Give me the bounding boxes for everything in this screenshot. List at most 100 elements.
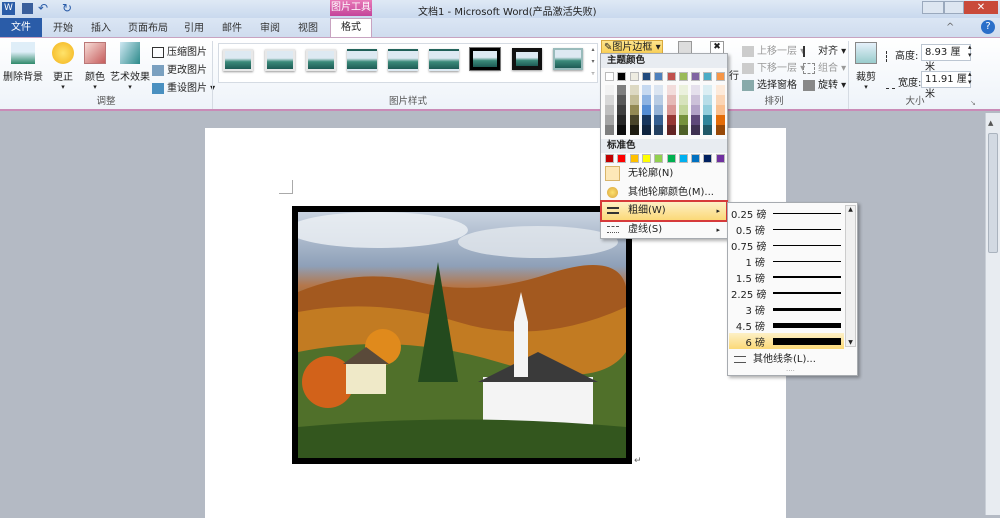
minimize-button[interactable] xyxy=(922,1,944,14)
theme-shade-swatch[interactable] xyxy=(629,85,639,95)
theme-shade-swatch[interactable] xyxy=(666,125,676,135)
scroll-down-icon[interactable]: ▼ xyxy=(846,339,855,346)
standard-color-swatch[interactable] xyxy=(641,154,651,163)
theme-shade-swatch[interactable] xyxy=(629,105,639,115)
style-thumb[interactable] xyxy=(265,49,295,71)
weight-option[interactable]: 3 磅 xyxy=(729,301,844,317)
theme-color-swatch[interactable] xyxy=(629,72,639,81)
corrections-button[interactable]: 更正 ▾ xyxy=(50,42,76,91)
resize-grip[interactable]: ···· xyxy=(786,367,795,375)
theme-shade-swatch[interactable] xyxy=(641,115,651,125)
height-spinner[interactable]: ▴ ▾ xyxy=(968,43,972,59)
theme-shade-swatch[interactable] xyxy=(654,105,664,115)
theme-shade-swatch[interactable] xyxy=(678,115,688,125)
tab-format[interactable]: 格式 xyxy=(330,18,372,38)
theme-shade-swatch[interactable] xyxy=(641,105,651,115)
wrap-text-label[interactable]: 行 xyxy=(729,67,739,82)
standard-color-swatch[interactable] xyxy=(617,154,627,163)
theme-shade-swatch[interactable] xyxy=(703,115,713,125)
theme-shade-swatch[interactable] xyxy=(678,85,688,95)
save-icon[interactable] xyxy=(22,3,33,14)
style-thumb[interactable] xyxy=(553,48,583,70)
theme-shade-swatch[interactable] xyxy=(654,125,664,135)
theme-shade-swatch[interactable] xyxy=(691,115,701,125)
reset-picture-button[interactable]: 重设图片 ▾ xyxy=(152,79,215,94)
color-button[interactable]: 颜色 ▾ xyxy=(82,42,108,91)
tab-view[interactable]: 视图 xyxy=(294,20,322,37)
theme-color-swatch[interactable] xyxy=(715,72,725,81)
theme-shade-swatch[interactable] xyxy=(605,105,614,115)
group-button[interactable]: 组合 ▾ xyxy=(803,59,846,74)
theme-color-swatch[interactable] xyxy=(641,72,651,81)
theme-shade-swatch[interactable] xyxy=(617,115,627,125)
redo-icon[interactable]: ↻ xyxy=(62,1,72,15)
rotate-button[interactable]: 旋转 ▾ xyxy=(803,76,846,91)
send-backward-button[interactable]: 下移一层 ▾ xyxy=(742,59,805,74)
remove-background-button[interactable]: 删除背景 xyxy=(2,42,44,83)
standard-color-swatch[interactable] xyxy=(691,154,701,163)
theme-shade-swatch[interactable] xyxy=(715,115,725,125)
selection-pane-button[interactable]: 选择窗格 xyxy=(742,76,797,91)
theme-color-swatch[interactable] xyxy=(605,72,614,81)
tab-references[interactable]: 引用 xyxy=(180,20,208,37)
weight-list-scrollbar[interactable]: ▲ ▼ xyxy=(845,205,856,347)
theme-shade-swatch[interactable] xyxy=(654,115,664,125)
style-thumb[interactable] xyxy=(388,49,418,71)
theme-shade-swatch[interactable] xyxy=(617,85,627,95)
no-outline-item[interactable]: 无轮廓(N) xyxy=(602,164,726,184)
style-thumb[interactable] xyxy=(512,48,542,70)
theme-shade-swatch[interactable] xyxy=(691,85,701,95)
tab-home[interactable]: 开始 xyxy=(50,20,76,37)
artistic-effects-button[interactable]: 艺术效果 ▾ xyxy=(110,42,150,91)
standard-color-swatch[interactable] xyxy=(703,154,713,163)
theme-shade-swatch[interactable] xyxy=(715,85,725,95)
weight-option[interactable]: 0.75 磅 xyxy=(729,237,844,253)
gallery-scroll[interactable]: ▴ ▾ ▿ xyxy=(588,44,598,82)
scrollbar-thumb[interactable] xyxy=(988,133,998,253)
theme-shade-swatch[interactable] xyxy=(703,95,713,105)
theme-color-swatch[interactable] xyxy=(678,72,688,81)
weight-option[interactable]: 2.25 磅 xyxy=(729,285,844,301)
theme-shade-swatch[interactable] xyxy=(605,125,614,135)
weight-option[interactable]: 6 磅 xyxy=(729,333,844,349)
theme-shade-swatch[interactable] xyxy=(641,95,651,105)
compress-pictures-button[interactable]: 压缩图片 xyxy=(152,43,207,58)
tab-mailings[interactable]: 邮件 xyxy=(218,20,246,37)
theme-shade-swatch[interactable] xyxy=(678,105,688,115)
theme-shade-swatch[interactable] xyxy=(715,125,725,135)
tab-page-layout[interactable]: 页面布局 xyxy=(126,20,170,37)
theme-shade-swatch[interactable] xyxy=(703,125,713,135)
weight-option[interactable]: 0.5 磅 xyxy=(729,221,844,237)
size-dialog-launcher[interactable]: ↘ xyxy=(970,99,976,107)
undo-icon[interactable]: ↶ xyxy=(38,1,48,15)
vertical-scrollbar[interactable]: ▲ xyxy=(985,113,1000,515)
style-thumb[interactable] xyxy=(429,49,459,71)
selected-picture[interactable] xyxy=(292,206,632,464)
theme-shade-swatch[interactable] xyxy=(691,105,701,115)
standard-color-swatch[interactable] xyxy=(715,154,725,163)
tab-review[interactable]: 审阅 xyxy=(256,20,284,37)
change-picture-button[interactable]: 更改图片 xyxy=(152,61,207,76)
align-button[interactable]: 对齐 ▾ xyxy=(803,42,846,57)
theme-shade-swatch[interactable] xyxy=(666,105,676,115)
standard-color-swatch[interactable] xyxy=(629,154,639,163)
tab-file[interactable]: 文件 xyxy=(0,18,42,37)
tab-insert[interactable]: 插入 xyxy=(86,20,116,37)
more-outline-colors-item[interactable]: 其他轮廓颜色(M)... xyxy=(602,184,726,202)
close-button[interactable]: ✕ xyxy=(964,1,998,14)
theme-shade-swatch[interactable] xyxy=(666,85,676,95)
bring-forward-button[interactable]: 上移一层 ▾ xyxy=(742,42,805,57)
theme-shade-swatch[interactable] xyxy=(629,125,639,135)
scroll-up-icon[interactable]: ▲ xyxy=(846,206,855,213)
theme-shade-swatch[interactable] xyxy=(617,95,627,105)
theme-shade-swatch[interactable] xyxy=(666,95,676,105)
style-thumb[interactable] xyxy=(223,49,253,71)
theme-color-swatch[interactable] xyxy=(617,72,627,81)
width-spinner[interactable]: ▴ ▾ xyxy=(968,70,972,86)
weight-option[interactable]: 1.5 磅 xyxy=(729,269,844,285)
crop-button[interactable]: 裁剪 ▾ xyxy=(852,42,880,91)
theme-shade-swatch[interactable] xyxy=(605,95,614,105)
theme-color-swatch[interactable] xyxy=(691,72,701,81)
height-input[interactable]: 8.93 厘米 xyxy=(921,44,971,73)
theme-color-swatch[interactable] xyxy=(703,72,713,81)
